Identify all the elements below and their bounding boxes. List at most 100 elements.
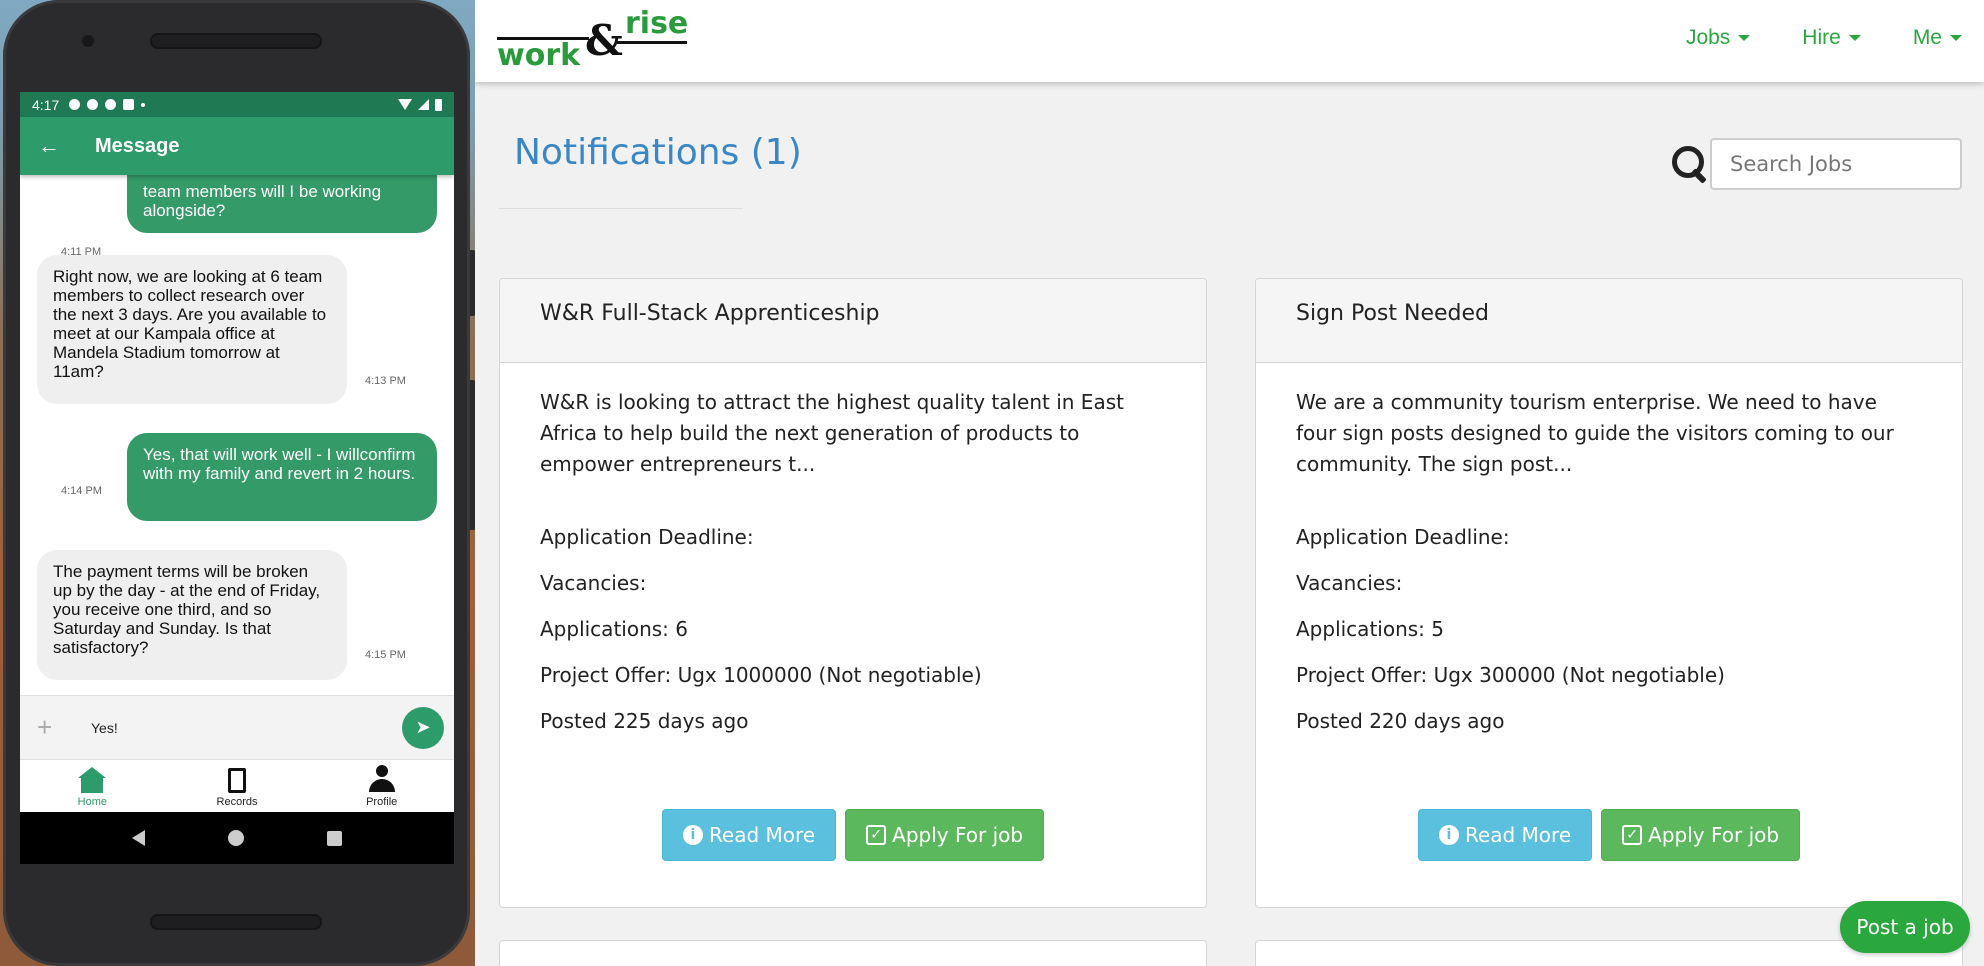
- bottom-navigation: Home Records Profile: [20, 759, 454, 812]
- nav-label: Home: [77, 795, 107, 808]
- chat-message-outgoing: team members will I be working alongside…: [127, 175, 437, 233]
- posted-date: Posted 225 days ago: [540, 709, 749, 733]
- logo-rise: rise: [625, 6, 689, 41]
- job-details: We are a community tourism enterprise. W…: [1256, 363, 1962, 777]
- job-card: W&R Full-Stack Apprenticeship W&R is loo…: [499, 278, 1207, 908]
- job-search: [1670, 138, 1962, 190]
- nav-hire-dropdown[interactable]: Hire: [1802, 26, 1861, 50]
- message-text: The payment terms will be broken up by t…: [53, 562, 321, 657]
- back-triangle-icon[interactable]: [131, 830, 145, 846]
- phone-speaker-top: [150, 33, 322, 49]
- status-time: 4:17: [32, 96, 60, 113]
- check-square-icon: ✓: [866, 825, 887, 845]
- apply-for-job-button[interactable]: ✓ Apply For job: [1601, 809, 1801, 861]
- phone-speaker-bottom: [150, 914, 322, 930]
- message-text: team members will I be working alongside…: [143, 182, 382, 220]
- top-navbar: work & rise Jobs Hire Me: [475, 0, 1984, 82]
- send-button[interactable]: ➤: [402, 706, 444, 749]
- message-time: 4:13 PM: [365, 375, 406, 387]
- apply-for-job-button[interactable]: ✓ Apply For job: [845, 809, 1045, 861]
- button-label: Read More: [708, 823, 816, 847]
- message-input[interactable]: Yes!: [91, 720, 402, 736]
- title-divider: [499, 208, 743, 209]
- read-more-button[interactable]: i Read More: [661, 809, 837, 861]
- job-details: W&R is looking to attract the highest qu…: [500, 363, 1206, 777]
- status-notification-icons: [69, 99, 146, 110]
- arrow-left-icon[interactable]: ←: [38, 133, 78, 159]
- button-label: Read More: [1464, 823, 1572, 847]
- application-deadline: Application Deadline:: [1296, 525, 1510, 549]
- post-a-job-button[interactable]: Post a job: [1840, 901, 1970, 953]
- button-label: Apply For job: [1648, 823, 1780, 847]
- job-description: W&R is looking to attract the highest qu…: [540, 390, 1124, 476]
- phone-screen: 4:17 ← Message team members will I be wo…: [20, 92, 454, 864]
- records-icon: [228, 767, 246, 793]
- message-composer: + Yes! ➤: [20, 695, 454, 759]
- web-page: work & rise Jobs Hire Me Notifications (…: [475, 0, 1984, 966]
- job-title: W&R Full-Stack Apprenticeship: [500, 279, 1206, 363]
- caret-down-icon: [1950, 35, 1962, 41]
- send-icon: ➤: [415, 717, 431, 737]
- chat-message-incoming: Right now, we are looking at 6 team memb…: [37, 255, 347, 404]
- front-camera: [82, 35, 94, 47]
- app-bar-title: Message: [95, 134, 180, 157]
- nav-label: Me: [1912, 26, 1942, 49]
- image-icon: [123, 99, 135, 110]
- job-card: Sign Post Needed We are a community tour…: [1255, 278, 1963, 908]
- application-deadline: Application Deadline:: [540, 525, 754, 549]
- nav-menu: Jobs Hire Me: [1686, 26, 1962, 50]
- project-offer: Project Offer: Ugx 300000 (Not negotiabl…: [1296, 663, 1725, 687]
- caret-down-icon: [1848, 35, 1861, 41]
- gear-icon: [69, 99, 81, 110]
- nav-jobs-dropdown[interactable]: Jobs: [1685, 26, 1751, 50]
- button-label: Apply For job: [892, 823, 1024, 847]
- read-more-button[interactable]: i Read More: [1417, 809, 1593, 861]
- android-status-bar: 4:17: [20, 92, 454, 117]
- logo-work: work: [497, 38, 581, 73]
- nav-label: Jobs: [1685, 26, 1731, 49]
- battery-icon: [435, 98, 442, 111]
- message-app-bar: ← Message: [20, 117, 454, 175]
- nav-label: Profile: [366, 795, 398, 808]
- check-square-icon: ✓: [1622, 825, 1643, 845]
- info-icon: i: [1438, 825, 1459, 845]
- nav-item-records[interactable]: Records: [165, 760, 310, 812]
- work-and-rise-logo[interactable]: work & rise: [497, 6, 697, 73]
- dot-icon: [141, 102, 146, 107]
- posted-date: Posted 220 days ago: [1296, 709, 1505, 733]
- message-text: Right now, we are looking at 6 team memb…: [53, 267, 327, 381]
- nav-label: Records: [216, 795, 258, 808]
- status-system-icons: [398, 98, 442, 111]
- signal-icon: [418, 99, 429, 110]
- wifi-icon: [398, 99, 412, 110]
- recents-square-icon[interactable]: [327, 830, 343, 846]
- logo-ampersand: &: [585, 16, 623, 65]
- search-input[interactable]: [1710, 138, 1962, 190]
- job-description: We are a community tourism enterprise. W…: [1296, 390, 1894, 476]
- job-actions: i Read More ✓ Apply For job: [500, 809, 1206, 861]
- vacancies: Vacancies:: [540, 571, 647, 595]
- message-time: 4:15 PM: [365, 649, 406, 661]
- search-icon[interactable]: [1670, 144, 1710, 184]
- logo-underline: [617, 41, 687, 44]
- nav-item-home[interactable]: Home: [20, 760, 165, 812]
- shield-icon: [105, 99, 117, 110]
- job-actions: i Read More ✓ Apply For job: [1256, 809, 1962, 861]
- nav-item-profile[interactable]: Profile: [309, 760, 454, 812]
- message-time: 4:14 PM: [61, 485, 102, 497]
- applications-count: Applications: 6: [540, 617, 688, 641]
- home-circle-icon[interactable]: [227, 830, 244, 846]
- home-icon: [78, 766, 107, 793]
- project-offer: Project Offer: Ugx 1000000 (Not negotiab…: [540, 663, 982, 687]
- plus-icon[interactable]: +: [37, 712, 67, 743]
- job-card-partial: [499, 940, 1207, 966]
- page-title: Notifications (1): [514, 132, 802, 173]
- applications-count: Applications: 5: [1296, 617, 1444, 641]
- nav-label: Hire: [1802, 26, 1841, 49]
- vacancies: Vacancies:: [1296, 571, 1403, 595]
- chat-message-outgoing: Yes, that will work well - I willconfirm…: [127, 433, 437, 521]
- app-icon: [87, 99, 99, 110]
- chat-message-incoming: The payment terms will be broken up by t…: [37, 550, 347, 680]
- caret-down-icon: [1738, 35, 1751, 41]
- nav-me-dropdown[interactable]: Me: [1913, 26, 1962, 50]
